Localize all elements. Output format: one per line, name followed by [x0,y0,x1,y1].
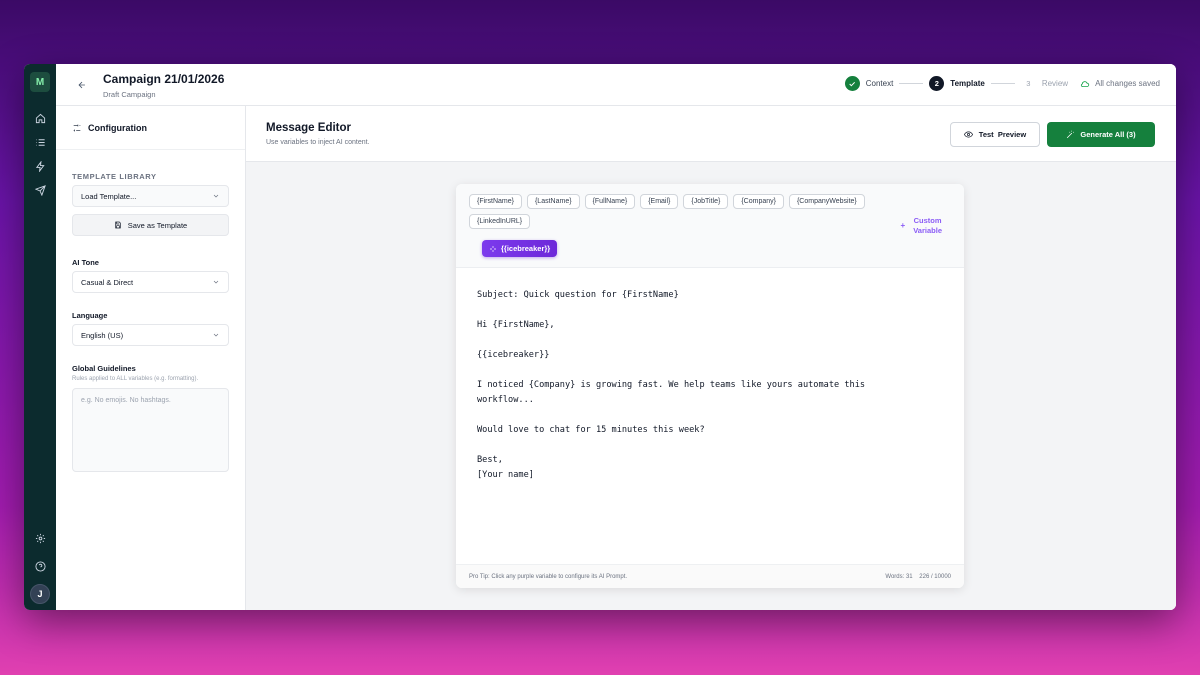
eye-icon [963,131,973,138]
ai-tone-value: Casual & Direct [81,277,134,287]
message-card: {FirstName} {LastName} {FullName} {Email… [456,184,964,588]
generate-all-label: Generate All (3) [1080,130,1136,139]
pro-tip: Pro Tip: Click any purple variable to co… [469,573,628,580]
template-library-title: TEMPLATE LIBRARY [72,172,157,181]
configuration-title: Configuration [88,122,147,133]
message-line: [Your name] [477,470,534,480]
variable-chip[interactable]: {JobTitle} [683,194,729,209]
custom-variable-label-line1: Custom [913,216,942,225]
word-count: Words: 31 [885,573,913,580]
top-bar: Campaign 21/01/2026 Draft Campaign Conte… [56,64,1176,106]
message-line [477,303,943,318]
app-window: M J Campaign 21/01/2026 Draft Campaign C… [24,64,1176,610]
chevron-down-icon [213,333,219,337]
message-line: Hi {FirstName}, [477,320,555,330]
variable-chip[interactable]: {LinkedInURL} [469,214,531,229]
test-preview-button[interactable]: Test Preview [950,122,1040,147]
global-guidelines-hint: Rules applied to ALL variables (e.g. for… [72,376,199,382]
user-avatar[interactable]: J [30,584,50,604]
home-icon[interactable] [32,110,48,126]
settings-icon[interactable] [32,530,48,546]
campaign-title-block: Campaign 21/01/2026 Draft Campaign [103,72,224,99]
help-icon[interactable] [32,558,48,574]
page-subtitle: Draft Campaign [103,90,156,99]
configuration-sidebar: Configuration TEMPLATE LIBRARY Load Temp… [56,106,246,610]
sparkle-icon [490,245,496,252]
main-area: Campaign 21/01/2026 Draft Campaign Conte… [56,64,1176,610]
variable-chip[interactable]: {LastName} [526,194,580,209]
custom-variable-label-line2: Variable [913,226,942,235]
save-as-template-button[interactable]: Save as Template [72,214,229,236]
content-area: Configuration TEMPLATE LIBRARY Load Temp… [56,106,1176,610]
message-body-editor[interactable]: Subject: Quick question for {FirstName} … [456,268,964,503]
message-line [477,363,943,378]
step-template-number[interactable]: 2 [929,76,945,91]
load-template-select[interactable]: Load Template... [72,185,229,207]
load-template-label: Load Template... [81,191,137,201]
variable-chip-list: {FirstName} {LastName} {FullName} {Email… [469,194,869,229]
step-review-label[interactable]: Review [1042,79,1068,88]
message-line [477,438,943,453]
variable-chip[interactable]: {CompanyWebsite} [788,194,865,209]
ai-tone-select[interactable]: Casual & Direct [72,271,229,293]
editor-header: Message Editor Use variables to inject A… [246,106,1176,162]
editor-title: Message Editor [266,122,351,134]
back-arrow-icon[interactable] [74,78,90,92]
variable-toolbar: {FirstName} {LastName} {FullName} {Email… [456,184,964,268]
zap-icon[interactable] [32,158,48,174]
plus-icon: + [900,221,906,230]
page-title: Campaign 21/01/2026 [103,72,225,86]
save-status-text: All changes saved [1095,79,1160,88]
step-context-check-icon[interactable] [844,76,860,91]
message-editor-area: Message Editor Use variables to inject A… [246,106,1176,610]
global-guidelines-label: Global Guidelines [72,364,136,373]
save-as-template-label: Save as Template [127,220,188,230]
message-line: Best, [477,455,503,465]
variable-chip[interactable]: {FirstName} [469,194,522,209]
message-line: {{icebreaker}} [477,350,550,360]
save-status: All changes saved [1080,79,1160,89]
generate-all-button[interactable]: Generate All (3) [1047,122,1155,147]
list-icon[interactable] [32,134,48,150]
step-divider [990,83,1015,84]
message-line [477,408,943,423]
ai-variable-label: {{icebreaker}} [501,244,551,253]
message-line: workflow... [477,395,534,405]
test-preview-label: Test Preview [978,130,1027,139]
language-value: English (US) [81,330,124,340]
step-divider [899,83,924,84]
step-review-number[interactable]: 3 [1021,76,1036,91]
sliders-icon [73,124,81,131]
editor-footer: Pro Tip: Click any purple variable to co… [456,564,964,588]
message-line: Subject: Quick question for {FirstName} [477,290,679,300]
variable-chip[interactable]: {Company} [733,194,784,209]
editor-subtitle: Use variables to inject AI content. [266,139,370,146]
configuration-header: Configuration [56,106,245,150]
ai-tone-label: AI Tone [72,258,99,267]
send-icon[interactable] [32,182,48,198]
variable-chip[interactable]: {FullName} [584,194,636,209]
ai-variable-chip[interactable]: {{icebreaker}} [482,240,558,257]
step-context-label[interactable]: Context [866,79,894,88]
step-template-label[interactable]: Template [950,79,985,88]
message-line: Would love to chat for 15 minutes this w… [477,425,705,435]
char-count: 226 / 10000 [919,573,951,580]
chevron-down-icon [213,194,219,198]
message-line: I noticed {Company} is growing fast. We … [477,380,866,390]
cloud-icon [1080,80,1090,87]
message-line [477,333,943,348]
app-logo[interactable]: M [30,72,50,92]
chevron-down-icon [213,280,219,284]
save-icon [115,221,121,229]
magic-wand-icon [1067,130,1075,139]
progress-stepper: Context 2 Template 3 Review All changes … [844,76,1160,91]
global-guidelines-textarea[interactable]: e.g. No emojis. No hashtags. [72,388,229,472]
language-select[interactable]: English (US) [72,324,229,346]
guidelines-placeholder: e.g. No emojis. No hashtags. [81,397,171,404]
icon-rail: M J [24,64,56,610]
language-label: Language [72,311,108,320]
variable-chip[interactable]: {Email} [640,194,679,209]
custom-variable-button[interactable]: + Custom Variable [901,216,942,236]
